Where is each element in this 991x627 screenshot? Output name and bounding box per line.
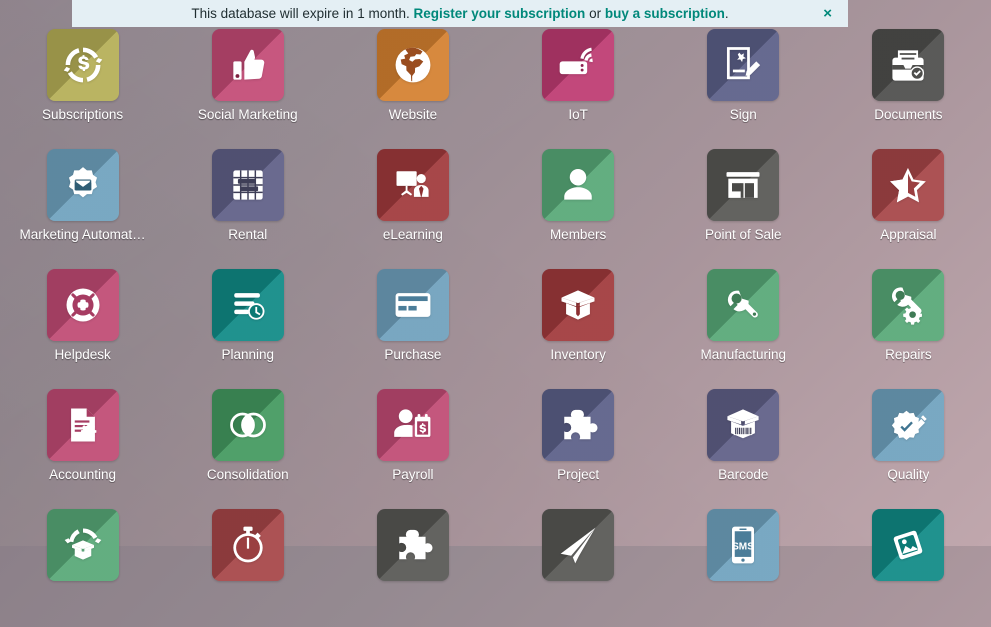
gear-envelope-icon[interactable] bbox=[46, 149, 119, 221]
app-tile[interactable]: Sign bbox=[661, 27, 826, 147]
app-tile[interactable]: IoT bbox=[496, 27, 661, 147]
app-label: Helpdesk bbox=[54, 347, 111, 362]
app-tile[interactable] bbox=[0, 507, 165, 627]
barcode-box-icon[interactable] bbox=[707, 389, 780, 461]
app-tile[interactable]: Payroll bbox=[330, 387, 495, 507]
app-tile[interactable]: Planning bbox=[165, 267, 330, 387]
venn-circles-icon[interactable] bbox=[211, 389, 284, 461]
app-tile[interactable]: Subscriptions bbox=[0, 27, 165, 147]
app-label: Inventory bbox=[550, 347, 606, 362]
documents-tray-icon[interactable] bbox=[872, 29, 945, 101]
app-label: Subscriptions bbox=[42, 107, 124, 122]
document-gear-icon[interactable] bbox=[46, 389, 119, 461]
alert-message: This database will expire in 1 month. Re… bbox=[191, 0, 728, 27]
alert-message-prefix: This database will expire in 1 month. bbox=[191, 6, 410, 21]
app-label: Accounting bbox=[49, 467, 116, 482]
app-label: Purchase bbox=[384, 347, 442, 362]
app-label: Documents bbox=[874, 107, 943, 122]
app-tile[interactable]: Inventory bbox=[496, 267, 661, 387]
app-tile[interactable]: Point of Sale bbox=[661, 147, 826, 267]
app-tile[interactable]: Project bbox=[496, 387, 661, 507]
app-tile[interactable]: Repairs bbox=[826, 267, 991, 387]
wrench-icon[interactable] bbox=[707, 269, 780, 341]
planning-clock-icon[interactable] bbox=[211, 269, 284, 341]
app-tile[interactable]: Marketing Automat… bbox=[0, 147, 165, 267]
app-label: Sign bbox=[729, 107, 757, 122]
register-subscription-link[interactable]: Register your subscription bbox=[414, 6, 586, 21]
alert-suffix: . bbox=[724, 6, 729, 21]
app-tile[interactable]: Website bbox=[330, 27, 495, 147]
person-money-icon[interactable] bbox=[376, 389, 449, 461]
app-label: Rental bbox=[228, 227, 268, 242]
stopwatch-icon[interactable] bbox=[211, 509, 284, 581]
recycle-box-icon[interactable] bbox=[46, 509, 119, 581]
app-tile[interactable]: Purchase bbox=[330, 267, 495, 387]
paper-plane-icon[interactable] bbox=[542, 509, 615, 581]
app-tile[interactable]: Accounting bbox=[0, 387, 165, 507]
app-label: Website bbox=[388, 107, 438, 122]
sms-phone-icon[interactable]: SMS bbox=[707, 509, 780, 581]
app-tile[interactable]: Rental bbox=[165, 147, 330, 267]
app-tile[interactable]: Members bbox=[496, 147, 661, 267]
app-label: Barcode bbox=[718, 467, 769, 482]
app-tile[interactable]: Quality bbox=[826, 387, 991, 507]
lifebuoy-icon[interactable] bbox=[46, 269, 119, 341]
app-label: Project bbox=[557, 467, 600, 482]
app-label: Members bbox=[549, 227, 607, 242]
alert-conjunction: or bbox=[589, 6, 602, 21]
storefront-icon[interactable] bbox=[707, 149, 780, 221]
apps-grid: Subscriptions Social Marketing Website IoT S… bbox=[0, 27, 991, 627]
app-tile[interactable]: eLearning bbox=[330, 147, 495, 267]
app-tile[interactable]: Social Marketing bbox=[165, 27, 330, 147]
person-icon[interactable] bbox=[542, 149, 615, 221]
puzzle-piece-icon[interactable] bbox=[376, 509, 449, 581]
app-label: Manufacturing bbox=[700, 347, 787, 362]
svg-text:SMS: SMS bbox=[732, 542, 754, 553]
app-tile[interactable]: Helpdesk bbox=[0, 267, 165, 387]
thumbs-up-icon[interactable] bbox=[211, 29, 284, 101]
app-tile[interactable]: Documents bbox=[826, 27, 991, 147]
app-tile[interactable]: Manufacturing bbox=[661, 267, 826, 387]
wrench-gear-icon[interactable] bbox=[872, 269, 945, 341]
app-label: eLearning bbox=[382, 227, 443, 242]
iot-wifi-box-icon[interactable] bbox=[542, 29, 615, 101]
expiration-alert: This database will expire in 1 month. Re… bbox=[72, 0, 848, 27]
rental-grid-icon[interactable] bbox=[211, 149, 284, 221]
expiration-notification-bar: This database will expire in 1 month. Re… bbox=[72, 0, 848, 27]
app-tile[interactable]: Appraisal bbox=[826, 147, 991, 267]
star-half-icon[interactable] bbox=[872, 149, 945, 221]
sign-document-pen-icon[interactable] bbox=[707, 29, 780, 101]
app-tile[interactable] bbox=[330, 507, 495, 627]
app-label: Social Marketing bbox=[197, 107, 298, 122]
app-tile[interactable]: Consolidation bbox=[165, 387, 330, 507]
open-box-icon[interactable] bbox=[542, 269, 615, 341]
app-label: Point of Sale bbox=[704, 227, 782, 242]
app-label: Planning bbox=[221, 347, 275, 362]
credit-card-icon[interactable] bbox=[376, 269, 449, 341]
globe-icon[interactable] bbox=[376, 29, 449, 101]
app-tile[interactable] bbox=[165, 507, 330, 627]
app-label: Consolidation bbox=[206, 467, 289, 482]
app-label: Appraisal bbox=[880, 227, 937, 242]
subscriptions-icon[interactable] bbox=[46, 29, 119, 101]
app-label: Marketing Automat… bbox=[19, 227, 146, 242]
buy-subscription-link[interactable]: buy a subscription bbox=[605, 6, 725, 21]
quality-badge-pen-icon[interactable] bbox=[872, 389, 945, 461]
app-label: Repairs bbox=[885, 347, 932, 362]
app-tile[interactable]: SMS bbox=[661, 507, 826, 627]
close-icon[interactable]: × bbox=[819, 0, 836, 27]
app-label: Payroll bbox=[392, 467, 434, 482]
app-label: IoT bbox=[568, 107, 588, 122]
elearning-board-icon[interactable] bbox=[376, 149, 449, 221]
app-tile[interactable] bbox=[826, 507, 991, 627]
puzzle-piece-icon[interactable] bbox=[542, 389, 615, 461]
photo-tilt-icon[interactable] bbox=[872, 509, 945, 581]
app-label: Quality bbox=[887, 467, 930, 482]
app-tile[interactable] bbox=[496, 507, 661, 627]
app-tile[interactable]: Barcode bbox=[661, 387, 826, 507]
